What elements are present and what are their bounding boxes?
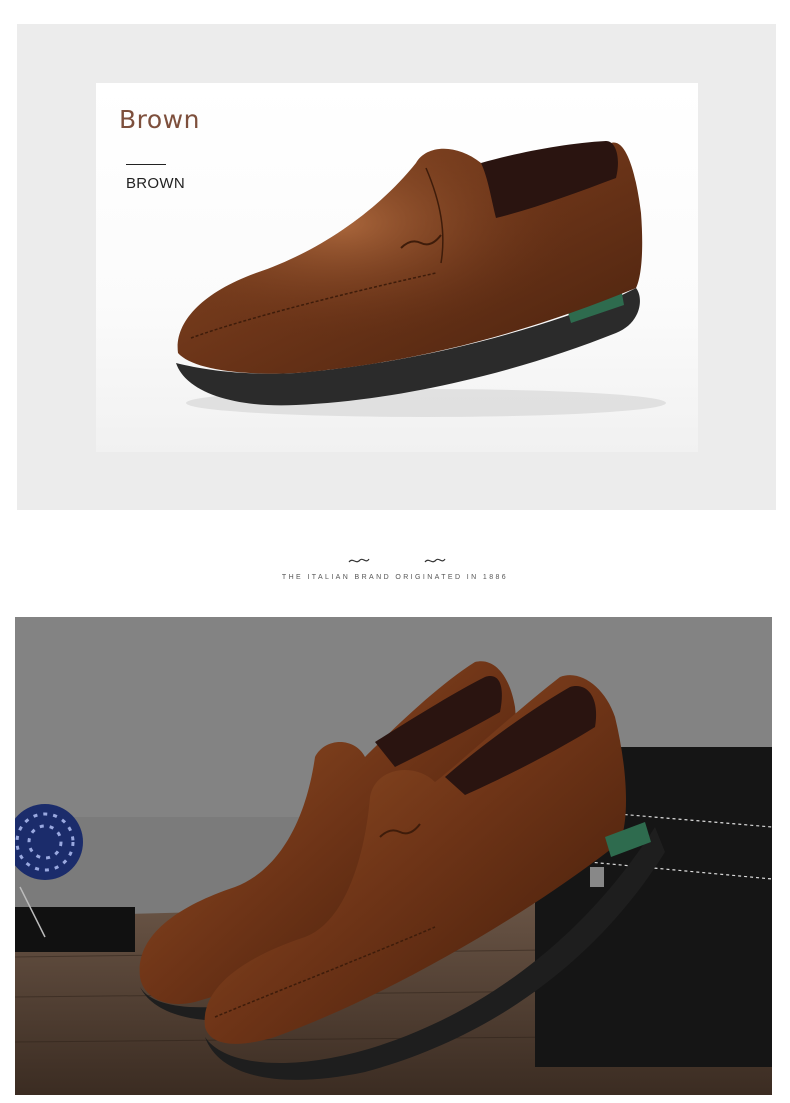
lifestyle-photo	[15, 617, 772, 1095]
shoes-pair-image	[15, 617, 772, 1095]
color-subtitle: BROWN	[126, 175, 185, 192]
title-underline	[126, 164, 166, 165]
brand-tagline: THE ITALIAN BRAND ORIGINATED IN 1886	[281, 574, 509, 581]
squiggle-ornament-icon	[424, 558, 446, 563]
brand-divider: THE ITALIAN BRAND ORIGINATED IN 1886	[0, 556, 790, 596]
squiggle-ornament-icon	[348, 558, 370, 563]
color-title: Brown	[119, 105, 200, 134]
product-card: Brown BROWN	[96, 83, 698, 452]
shoe-product-image	[176, 141, 666, 417]
